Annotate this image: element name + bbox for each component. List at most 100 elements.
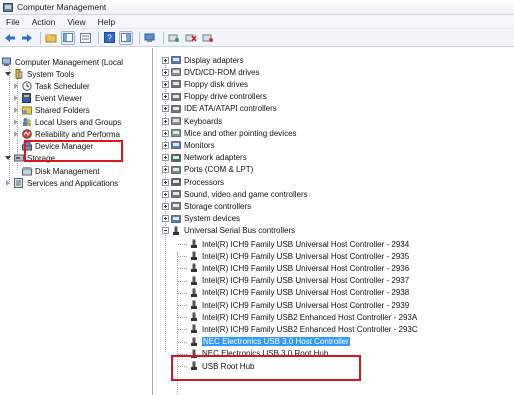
help-icon[interactable]: ? — [102, 31, 116, 45]
tree-item-system-tools[interactable]: System Tools — [4, 68, 74, 80]
device-category-floppy-drive-controllers[interactable]: Floppy drive controllers — [161, 91, 267, 103]
device-category-system-devices[interactable]: System devices — [161, 213, 240, 225]
clock-icon — [22, 81, 32, 91]
device-category-ide-ata-atapi-controllers[interactable]: IDE ATA/ATAPI controllers — [161, 103, 277, 115]
tree-item-computer-management[interactable]: Computer Management (Local — [2, 56, 123, 68]
device-category-monitors[interactable]: Monitors — [161, 139, 215, 151]
expand-box-icon[interactable] — [161, 178, 169, 186]
device-category-label: Ports (COM & LPT) — [184, 165, 254, 175]
usb-icon — [189, 288, 199, 298]
tree-item-local-users[interactable]: Local Users and Groups — [12, 116, 121, 128]
menu-view[interactable]: View — [61, 17, 91, 27]
scan-hardware-icon[interactable] — [167, 31, 181, 45]
show-hide-tree-icon[interactable] — [61, 30, 75, 45]
device-category-floppy-disk-drives[interactable]: Floppy disk drives — [161, 78, 248, 90]
expand-box-icon[interactable] — [161, 93, 169, 101]
expand-box-icon[interactable] — [161, 117, 169, 125]
menu-action[interactable]: Action — [26, 17, 62, 27]
disable-icon[interactable] — [201, 31, 215, 45]
expand-box-icon[interactable] — [161, 105, 169, 113]
nec-usb3-highlight — [171, 355, 361, 381]
device-category-mice-and-other-pointing-devices[interactable]: Mice and other pointing devices — [161, 127, 297, 139]
expand-box-icon[interactable] — [161, 56, 169, 64]
tree-label: System Tools — [27, 69, 75, 79]
usb-icon — [189, 276, 199, 286]
usb-device-label: Intel(R) ICH9 Family USB Universal Host … — [202, 251, 410, 261]
usb-device-item[interactable]: Intel(R) ICH9 Family USB Universal Host … — [178, 275, 409, 287]
tree-item-shared-folders[interactable]: Shared Folders — [12, 104, 90, 116]
expand-arrow-icon[interactable] — [12, 130, 20, 138]
processor-icon — [171, 177, 181, 187]
properties-icon[interactable] — [78, 31, 92, 45]
tree-item-reliability[interactable]: Reliability and Performa — [12, 128, 120, 140]
collapse-box-icon[interactable] — [161, 227, 169, 235]
expand-box-icon[interactable] — [161, 154, 169, 162]
expand-arrow-icon[interactable] — [12, 106, 20, 114]
monitor-icon — [171, 140, 181, 150]
usb-device-item[interactable]: Intel(R) ICH9 Family USB Universal Host … — [178, 238, 409, 250]
device-category-label: Monitors — [184, 140, 215, 150]
tree-item-task-scheduler[interactable]: Task Scheduler — [12, 80, 90, 92]
tree-connector — [178, 305, 187, 306]
view-icon[interactable] — [119, 30, 133, 45]
toolbar-separator — [40, 31, 41, 44]
expand-arrow-icon[interactable] — [12, 94, 20, 102]
device-category-display-adapters[interactable]: Display adapters — [161, 54, 244, 66]
collapse-arrow-icon[interactable] — [4, 154, 12, 162]
expand-box-icon[interactable] — [161, 68, 169, 76]
tree-item-event-viewer[interactable]: Event Viewer — [12, 92, 82, 104]
tree-label: Local Users and Groups — [35, 117, 122, 127]
tree-label: Services and Applications — [27, 178, 119, 188]
forward-arrow-icon[interactable] — [20, 31, 34, 45]
usb-device-item[interactable]: Intel(R) ICH9 Family USB Universal Host … — [178, 262, 409, 274]
up-folder-icon[interactable] — [44, 31, 58, 45]
usb-device-item[interactable]: Intel(R) ICH9 Family USB Universal Host … — [178, 250, 410, 262]
device-category-storage-controllers[interactable]: Storage controllers — [161, 200, 251, 212]
usb-device-item[interactable]: Intel(R) ICH9 Family USB2 Enhanced Host … — [178, 311, 418, 323]
usb-device-item[interactable]: Intel(R) ICH9 Family USB2 Enhanced Host … — [178, 323, 418, 335]
usb-device-item[interactable]: Intel(R) ICH9 Family USB Universal Host … — [178, 287, 410, 299]
device-category-keyboards[interactable]: Keyboards — [161, 115, 222, 127]
expand-arrow-icon[interactable] — [12, 82, 20, 90]
expand-box-icon[interactable] — [161, 202, 169, 210]
usb-device-label: Intel(R) ICH9 Family USB Universal Host … — [202, 288, 410, 298]
disk-management-icon — [22, 166, 32, 176]
uninstall-icon[interactable] — [184, 31, 198, 45]
expand-arrow-icon[interactable] — [12, 118, 20, 126]
toolbar-separator — [163, 31, 164, 44]
tree-item-disk-management[interactable]: Disk Management — [22, 165, 99, 177]
tree-item-services-apps[interactable]: Services and Applications — [4, 177, 118, 189]
sound-icon — [171, 189, 181, 199]
device-manager-icon[interactable] — [143, 31, 157, 45]
device-category-label: IDE ATA/ATAPI controllers — [184, 104, 277, 114]
usb-device-label: Intel(R) ICH9 Family USB2 Enhanced Host … — [202, 312, 418, 322]
tree-connector — [178, 244, 187, 245]
back-arrow-icon[interactable] — [3, 31, 17, 45]
storage-controller-icon — [171, 201, 181, 211]
device-category-dvd-cd-rom-drives[interactable]: DVD/CD-ROM drives — [161, 66, 260, 78]
expand-arrow-icon[interactable] — [4, 179, 12, 187]
usb-device-item[interactable]: NEC Electronics USB 3.0 Host Controller — [178, 336, 350, 348]
device-category-sound-video-and-game-controllers[interactable]: Sound, video and game controllers — [161, 188, 308, 200]
port-icon — [171, 165, 181, 175]
device-category-processors[interactable]: Processors — [161, 176, 224, 188]
device-category-ports-com-lpt[interactable]: Ports (COM & LPT) — [161, 164, 253, 176]
device-category-universal-serial-bus-controllers[interactable]: Universal Serial Bus controllers — [161, 225, 295, 237]
collapse-arrow-icon[interactable] — [4, 70, 12, 78]
tree-label: Reliability and Performa — [35, 129, 120, 139]
expand-box-icon[interactable] — [161, 166, 169, 174]
expand-box-icon[interactable] — [161, 129, 169, 137]
usb-device-item[interactable]: Intel(R) ICH9 Family USB Universal Host … — [178, 299, 409, 311]
device-category-network-adapters[interactable]: Network adapters — [161, 152, 247, 164]
device-category-label: Storage controllers — [184, 201, 252, 211]
expand-box-icon[interactable] — [161, 141, 169, 149]
expand-box-icon[interactable] — [161, 80, 169, 88]
expand-box-icon[interactable] — [161, 190, 169, 198]
menu-help[interactable]: Help — [92, 17, 121, 27]
expand-box-icon[interactable] — [161, 215, 169, 223]
device-manager-highlight — [24, 140, 123, 162]
device-category-label: DVD/CD-ROM drives — [184, 67, 260, 77]
device-category-label: Floppy drive controllers — [184, 92, 267, 102]
menu-file[interactable]: File — [0, 17, 26, 27]
tree-label: Event Viewer — [35, 93, 82, 103]
